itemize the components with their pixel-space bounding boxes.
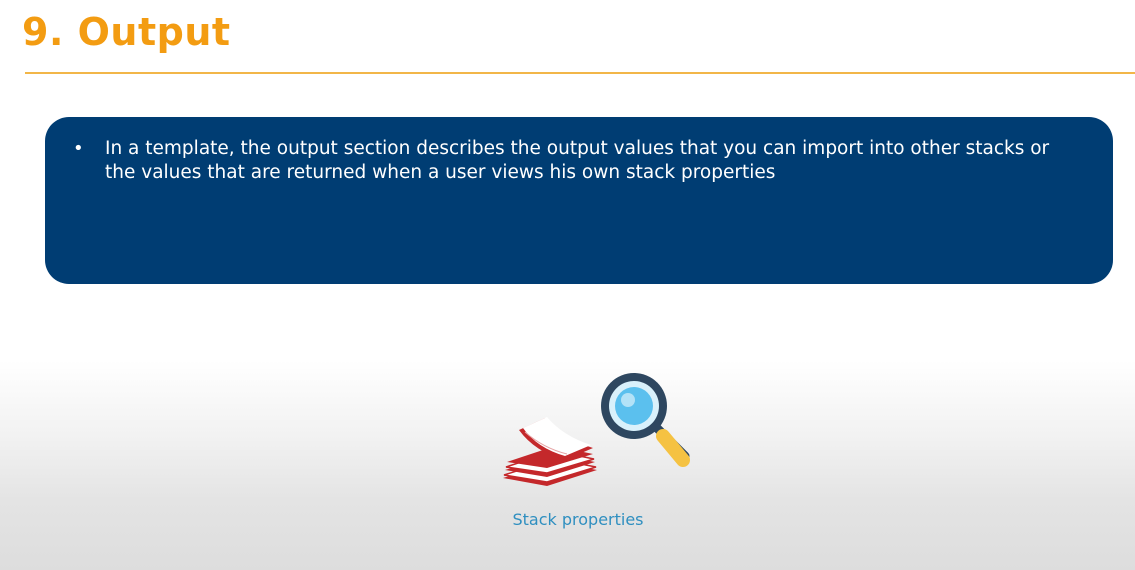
slide-title: 9. Output [22,10,231,54]
magnifying-glass-icon [601,373,690,467]
content-box: • In a template, the output section desc… [45,117,1113,284]
bullet-list: • In a template, the output section desc… [73,137,1083,185]
paper-stack-icon [503,417,597,486]
stack-properties-illustration [503,373,690,486]
bullet-marker: • [73,138,84,159]
bullet-text: In a template, the output section descri… [105,138,1050,183]
bullet-item: • In a template, the output section desc… [73,137,1083,185]
title-divider [25,72,1135,74]
illustration-caption: Stack properties [512,510,644,529]
